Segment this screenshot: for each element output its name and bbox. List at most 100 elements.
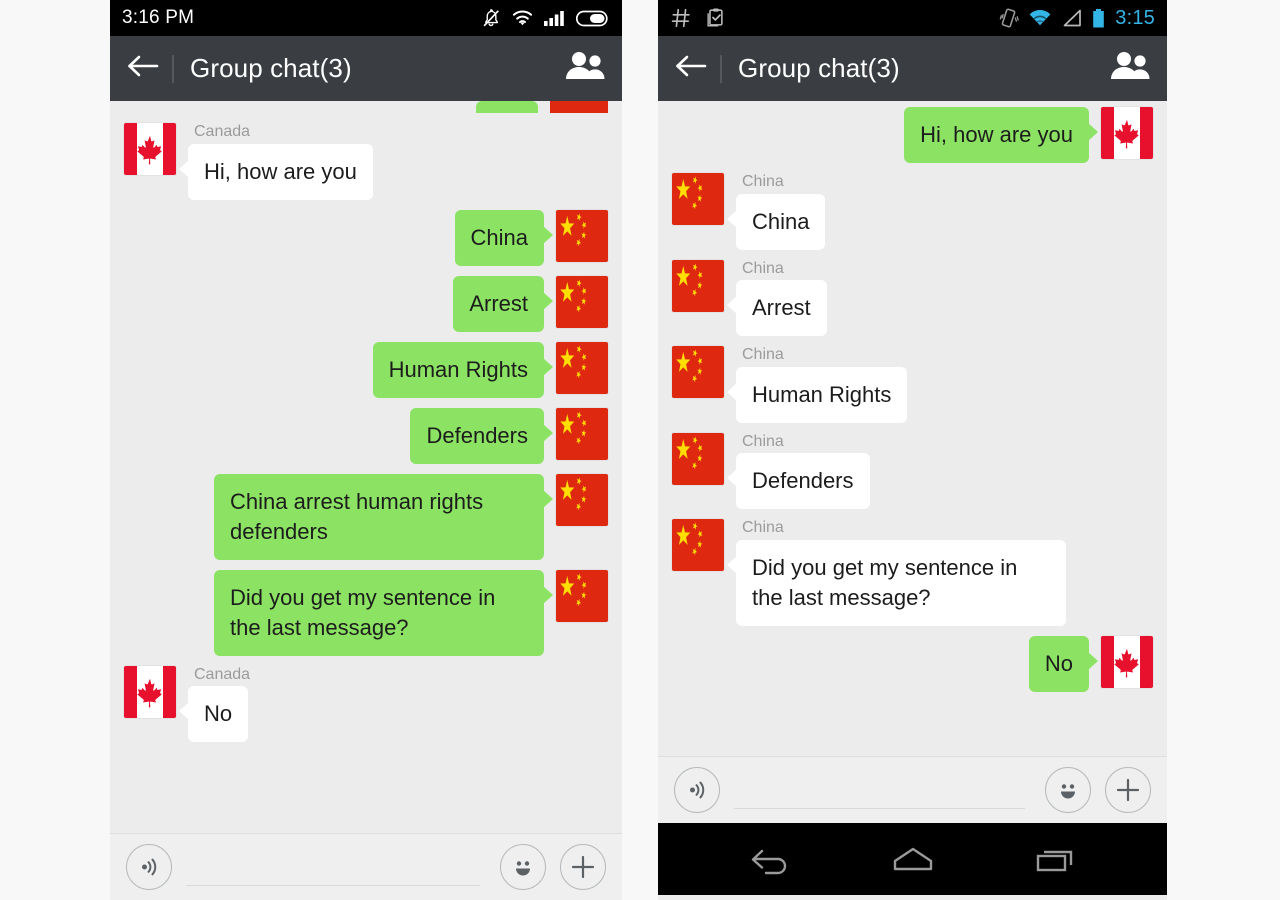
vibrate-icon (999, 7, 1020, 29)
message-bubble[interactable]: Defenders (727, 453, 870, 510)
chat-scroll-right[interactable]: Hi, how are you China China China Arrest Chin… (658, 101, 1167, 756)
android-back-icon[interactable] (725, 834, 815, 884)
avatar-china[interactable] (672, 432, 724, 485)
voice-record-icon[interactable] (126, 844, 172, 890)
message-bubble[interactable]: Arrest (453, 275, 553, 332)
message-bubble[interactable]: No (1028, 635, 1099, 692)
message-input[interactable] (186, 844, 486, 890)
message-input[interactable] (734, 767, 1031, 813)
flag-china (672, 519, 724, 572)
message-row: Human Rights (110, 341, 622, 398)
page-title: Group chat(3) (190, 53, 352, 83)
emoji-icon[interactable] (1045, 767, 1091, 813)
maple-leaf-icon (137, 678, 162, 707)
android-home-icon[interactable] (868, 834, 958, 884)
maple-leaf-icon (1114, 119, 1139, 149)
message-row: China China (658, 173, 1167, 250)
android-nav-bar (658, 823, 1167, 895)
flag-china (672, 173, 724, 225)
appbar-divider (172, 54, 174, 83)
android-recents-icon[interactable] (1011, 834, 1101, 884)
flag-china (672, 432, 724, 485)
message-row: China Arrest (658, 259, 1167, 337)
message-column: Hi, how are you (904, 107, 1098, 163)
flag-china (556, 209, 608, 262)
message-input-field[interactable] (186, 844, 486, 890)
message-bubble[interactable]: China arrest human rights defenders (214, 473, 553, 560)
plus-icon[interactable] (1105, 767, 1151, 813)
back-button[interactable] (126, 53, 160, 84)
message-bubble[interactable]: Did you get my sentence in the last mess… (214, 569, 553, 656)
avatar-china[interactable] (556, 473, 608, 526)
flag-china (556, 407, 608, 460)
battery-icon (575, 10, 610, 27)
avatar-china[interactable] (672, 173, 724, 225)
message-sender: Canada (194, 665, 251, 683)
chat-scroll-left[interactable]: Canada Hi, how are you China Arrest Human Ri… (110, 101, 622, 833)
message-column: No (1028, 635, 1099, 692)
message-bubble[interactable]: No (178, 686, 249, 743)
message-input-field[interactable] (734, 767, 1031, 813)
message-column: Did you get my sentence in the last mess… (214, 569, 553, 656)
message-bubble[interactable]: Hi, how are you (179, 143, 373, 200)
message-sender: China (742, 519, 784, 537)
partial-bubble (476, 101, 538, 113)
page-title: Group chat(3) (738, 53, 900, 83)
status-time: 3:16 PM (122, 7, 195, 28)
message-column: Canada Hi, how are you (179, 123, 373, 200)
message-sender: China (742, 173, 784, 190)
group-members-icon[interactable] (564, 50, 606, 87)
message-row: China arrest human rights defenders (110, 473, 622, 560)
message-bubble[interactable]: Hi, how are you (904, 107, 1098, 163)
voice-record-icon[interactable] (674, 767, 720, 813)
avatar-canada[interactable] (124, 665, 176, 718)
maple-leaf-icon (137, 135, 162, 165)
message-bubble[interactable]: Did you get my sentence in the last mess… (727, 539, 1066, 626)
flag-canada (1101, 635, 1153, 688)
avatar-china[interactable] (556, 209, 608, 262)
plus-icon[interactable] (560, 844, 606, 890)
message-row: Arrest (110, 275, 622, 332)
message-row: China Defenders (658, 432, 1167, 510)
message-bubble[interactable]: Human Rights (372, 341, 554, 398)
signal-bars-icon (543, 9, 567, 27)
message-bubble[interactable]: Defenders (410, 407, 553, 464)
avatar-china[interactable] (556, 275, 608, 328)
flag-china (556, 341, 608, 394)
back-button[interactable] (674, 53, 708, 84)
message-row: Did you get my sentence in the last mess… (110, 569, 622, 656)
message-bubble[interactable]: China (454, 209, 554, 266)
message-column: Defenders (410, 407, 553, 464)
avatar-canada[interactable] (124, 123, 176, 175)
message-column: China Did you get my sentence in the last… (727, 519, 1066, 626)
avatar-canada[interactable] (1101, 107, 1153, 159)
avatar-china[interactable] (556, 407, 608, 460)
avatar-china[interactable] (672, 346, 724, 399)
phone-left: 3:16 PM Group chat(3) Canada Hi, how are… (110, 0, 622, 900)
message-row: China Human Rights (658, 346, 1167, 423)
status-bar-left: 3:16 PM (110, 0, 622, 36)
avatar-china[interactable] (672, 519, 724, 572)
message-row: Canada Hi, how are you (110, 123, 622, 200)
flag-canada (124, 123, 176, 175)
flag-china (556, 569, 608, 622)
message-row: No (658, 635, 1167, 692)
app-bar-right: Group chat(3) (658, 36, 1167, 101)
message-column: China China (726, 173, 826, 250)
avatar-china[interactable] (672, 259, 724, 312)
screenshot-stage: 3:16 PM Group chat(3) Canada Hi, how are… (0, 0, 1280, 900)
message-bubble[interactable]: Human Rights (726, 366, 908, 423)
avatar-china[interactable] (556, 569, 608, 622)
battery-icon (1091, 8, 1106, 29)
group-members-icon[interactable] (1109, 50, 1151, 87)
emoji-icon[interactable] (500, 844, 546, 890)
composer-left (110, 833, 622, 900)
message-bubble[interactable]: Arrest (727, 280, 827, 337)
clipboard-check-icon (704, 7, 726, 29)
avatar-china[interactable] (556, 341, 608, 394)
phone-right: 3:15 Group chat(3) Hi, how are you China C… (658, 0, 1167, 900)
avatar-canada[interactable] (1101, 635, 1153, 688)
flag-canada (124, 665, 176, 718)
flag-china (672, 346, 724, 399)
message-bubble[interactable]: China (726, 193, 826, 250)
